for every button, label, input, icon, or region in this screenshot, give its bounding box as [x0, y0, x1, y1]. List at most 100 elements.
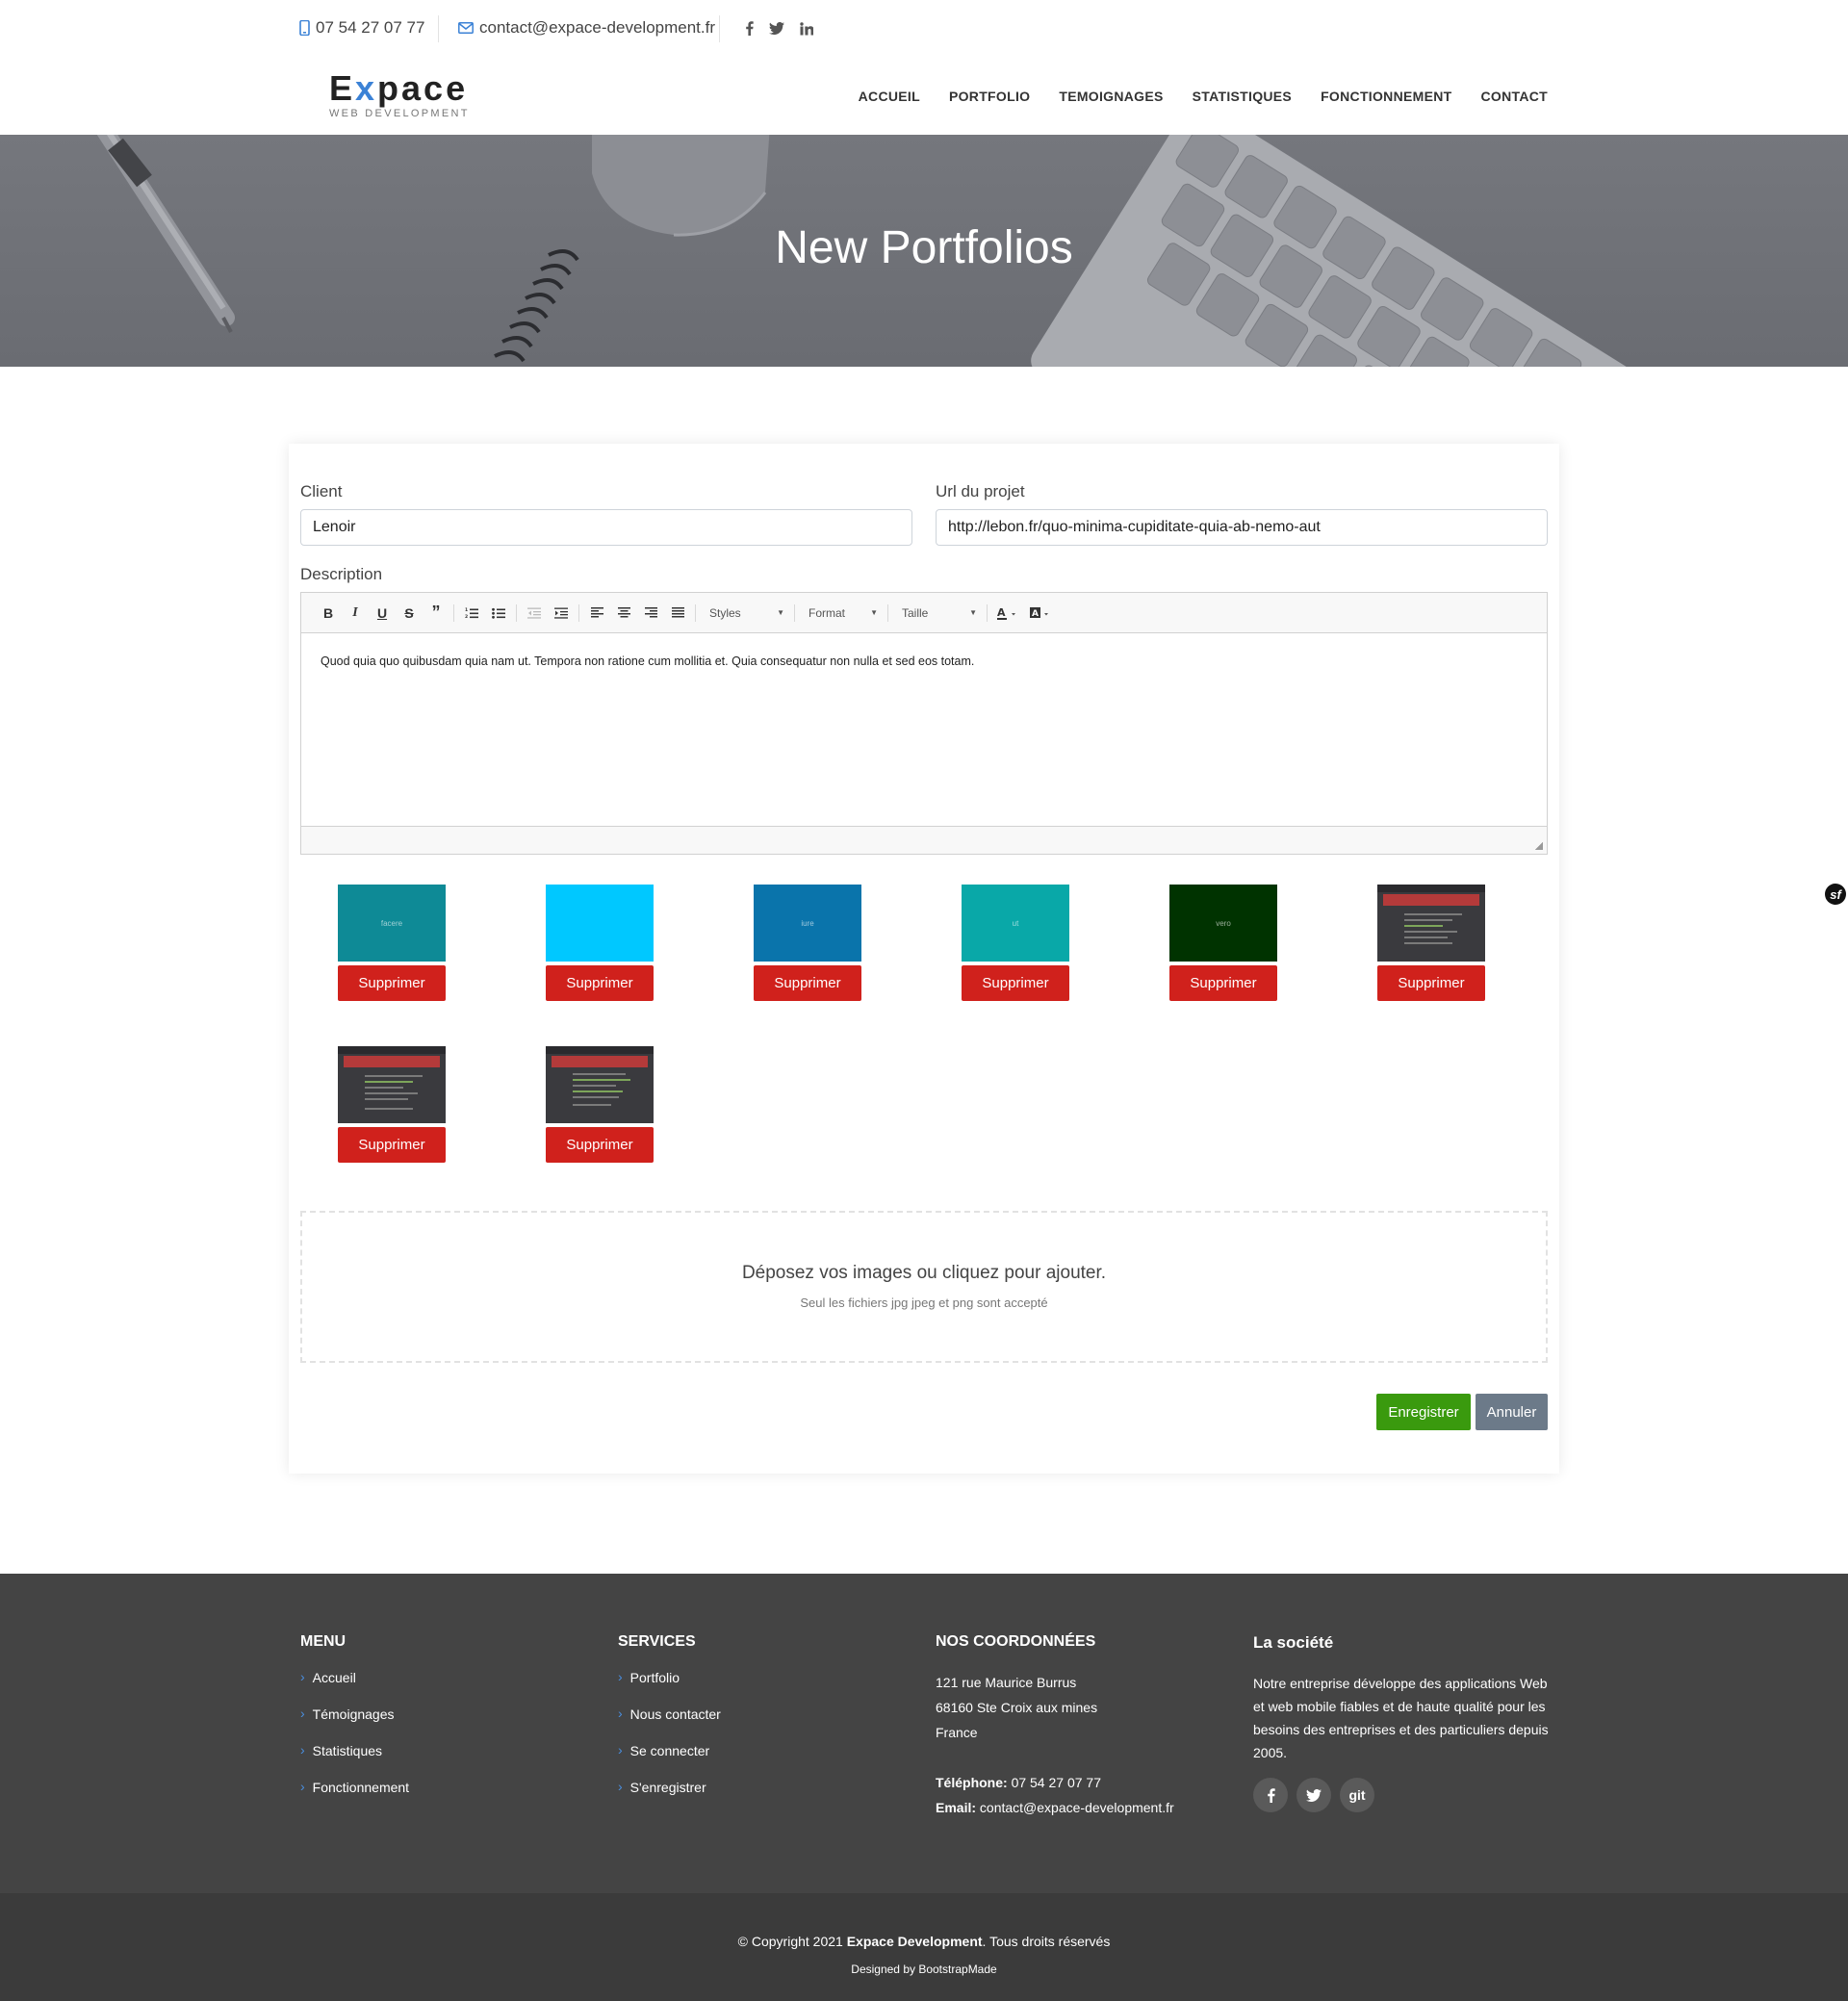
- format-dropdown[interactable]: Format ▼: [799, 602, 884, 625]
- footer-contact: NOS COORDONNÉES 121 rue Maurice Burrus 6…: [936, 1633, 1224, 1820]
- image-thumbnail: facere: [338, 885, 446, 962]
- align-center-icon[interactable]: [610, 602, 637, 625]
- strikethrough-icon[interactable]: S: [396, 602, 423, 625]
- delete-image-button[interactable]: Supprimer: [338, 965, 446, 1001]
- client-input[interactable]: Lenoir: [300, 509, 912, 546]
- indent-icon[interactable]: [548, 602, 575, 625]
- delete-image-button[interactable]: Supprimer: [338, 1127, 446, 1163]
- resize-handle-icon[interactable]: [1534, 841, 1543, 850]
- address-line: France: [936, 1725, 978, 1740]
- delete-image-button[interactable]: Supprimer: [754, 965, 861, 1001]
- footer-services-title: SERVICES: [618, 1633, 696, 1650]
- editor-statusbar: [301, 826, 1547, 854]
- image-item: vero Supprimer: [1169, 885, 1277, 1001]
- text-color-icon[interactable]: A: [991, 602, 1024, 625]
- url-label: Url du projet: [936, 482, 1025, 500]
- site-logo[interactable]: Expace WEB DEVELOPMENT: [329, 68, 470, 120]
- image-item: ut Supprimer: [962, 885, 1069, 1001]
- footer-services: SERVICES › Portfolio › Nous contacter › Se …: [618, 1633, 721, 1816]
- facebook-icon[interactable]: [745, 21, 754, 36]
- address-line: 121 rue Maurice Burrus: [936, 1675, 1077, 1690]
- background-color-icon[interactable]: A: [1024, 602, 1057, 625]
- image-thumbnail: [546, 885, 654, 962]
- facebook-icon[interactable]: [1253, 1778, 1288, 1812]
- toolbar-separator: [516, 603, 517, 622]
- chevron-down-icon: ▼: [969, 608, 977, 617]
- italic-icon[interactable]: I: [342, 602, 369, 625]
- toolbar-separator: [794, 603, 795, 622]
- footer-link[interactable]: › Accueil: [300, 1670, 409, 1706]
- site-header: Expace WEB DEVELOPMENT ACCUEIL PORTFOLIO…: [0, 56, 1848, 135]
- logo-wordmark: Expace: [329, 68, 469, 108]
- delete-image-button[interactable]: Supprimer: [546, 1127, 654, 1163]
- bold-icon[interactable]: B: [315, 602, 342, 625]
- image-thumbnail: ut: [962, 885, 1069, 962]
- blockquote-icon[interactable]: ”: [423, 602, 449, 625]
- footer-link[interactable]: › Fonctionnement: [300, 1780, 409, 1816]
- delete-image-button[interactable]: Supprimer: [1169, 965, 1277, 1001]
- designed-by: Designed by BootstrapMade: [851, 1963, 997, 1976]
- footer-link[interactable]: › Nous contacter: [618, 1706, 721, 1743]
- nav-fonctionnement[interactable]: FONCTIONNEMENT: [1321, 89, 1451, 104]
- toolbar-separator: [453, 603, 454, 622]
- phone-number: 07 54 27 07 77: [316, 18, 425, 37]
- footer-link[interactable]: › Portfolio: [618, 1670, 721, 1706]
- symfony-toolbar-icon[interactable]: sf: [1825, 884, 1846, 905]
- delete-image-button[interactable]: Supprimer: [962, 965, 1069, 1001]
- save-button[interactable]: Enregistrer: [1376, 1394, 1471, 1430]
- envelope-icon: [458, 22, 474, 34]
- twitter-icon[interactable]: [1296, 1778, 1331, 1812]
- phone-contact[interactable]: 07 54 27 07 77: [299, 18, 424, 38]
- portfolio-form-card: Client Lenoir Url du projet http://lebon…: [289, 444, 1559, 1474]
- toolbar-separator: [987, 603, 988, 622]
- nav-accueil[interactable]: ACCUEIL: [859, 89, 920, 104]
- footer-link[interactable]: › Statistiques: [300, 1743, 409, 1780]
- nav-statistiques[interactable]: STATISTIQUES: [1193, 89, 1292, 104]
- top-bar: 07 54 27 07 77 contact@expace-developmen…: [0, 0, 1848, 56]
- align-justify-icon[interactable]: [664, 602, 691, 625]
- main-nav: ACCUEIL PORTFOLIO TEMOIGNAGES STATISTIQU…: [859, 89, 1548, 104]
- chevron-right-icon: ›: [618, 1706, 623, 1721]
- chevron-right-icon: ›: [618, 1742, 623, 1757]
- footer-about-title: La société: [1253, 1633, 1334, 1652]
- chevron-right-icon: ›: [300, 1742, 305, 1757]
- divider: [719, 15, 720, 42]
- delete-image-button[interactable]: Supprimer: [1377, 965, 1485, 1001]
- email-contact[interactable]: contact@expace-development.fr: [458, 18, 715, 38]
- footer-bottom: © Copyright 2021 Expace Development. Tou…: [0, 1893, 1848, 2001]
- underline-icon[interactable]: U: [369, 602, 396, 625]
- numbered-list-icon[interactable]: 12: [458, 602, 485, 625]
- align-right-icon[interactable]: [637, 602, 664, 625]
- bullet-list-icon[interactable]: [485, 602, 512, 625]
- git-icon[interactable]: git: [1340, 1778, 1374, 1812]
- footer-link[interactable]: › Se connecter: [618, 1743, 721, 1780]
- image-item: Supprimer: [1377, 885, 1485, 1001]
- cancel-button[interactable]: Annuler: [1476, 1394, 1548, 1430]
- align-left-icon[interactable]: [583, 602, 610, 625]
- site-footer: MENU › Accueil › Témoignages › Statistiques…: [0, 1574, 1848, 1893]
- linkedin-icon[interactable]: [800, 21, 813, 36]
- toolbar-separator: [887, 603, 888, 622]
- twitter-icon[interactable]: [769, 22, 784, 35]
- toolbar-separator: [695, 603, 696, 622]
- editor-content[interactable]: Quod quia quo quibusdam quia nam ut. Tem…: [301, 633, 1547, 826]
- outdent-icon[interactable]: [521, 602, 548, 625]
- chevron-right-icon: ›: [300, 1706, 305, 1721]
- styles-dropdown[interactable]: Styles ▼: [700, 602, 790, 625]
- delete-image-button[interactable]: Supprimer: [546, 965, 654, 1001]
- copyright: © Copyright 2021 Expace Development. Tou…: [737, 1934, 1111, 1949]
- size-dropdown[interactable]: Taille ▼: [892, 602, 983, 625]
- chevron-right-icon: ›: [300, 1779, 305, 1794]
- image-thumbnail: vero: [1169, 885, 1277, 962]
- footer-link[interactable]: › Témoignages: [300, 1706, 409, 1743]
- footer-link[interactable]: › S'enregistrer: [618, 1780, 721, 1816]
- chevron-down-icon: ▼: [870, 608, 878, 617]
- nav-contact[interactable]: CONTACT: [1481, 89, 1549, 104]
- nav-temoignages[interactable]: TEMOIGNAGES: [1059, 89, 1163, 104]
- image-dropzone[interactable]: Déposez vos images ou cliquez pour ajout…: [300, 1211, 1548, 1363]
- nav-portfolio[interactable]: PORTFOLIO: [949, 89, 1030, 104]
- footer-about: La société Notre entreprise développe de…: [1253, 1633, 1552, 1812]
- url-input[interactable]: http://lebon.fr/quo-minima-cupiditate-qu…: [936, 509, 1548, 546]
- email-address: contact@expace-development.fr: [479, 18, 715, 37]
- hero-banner: New Portfolios: [0, 135, 1848, 367]
